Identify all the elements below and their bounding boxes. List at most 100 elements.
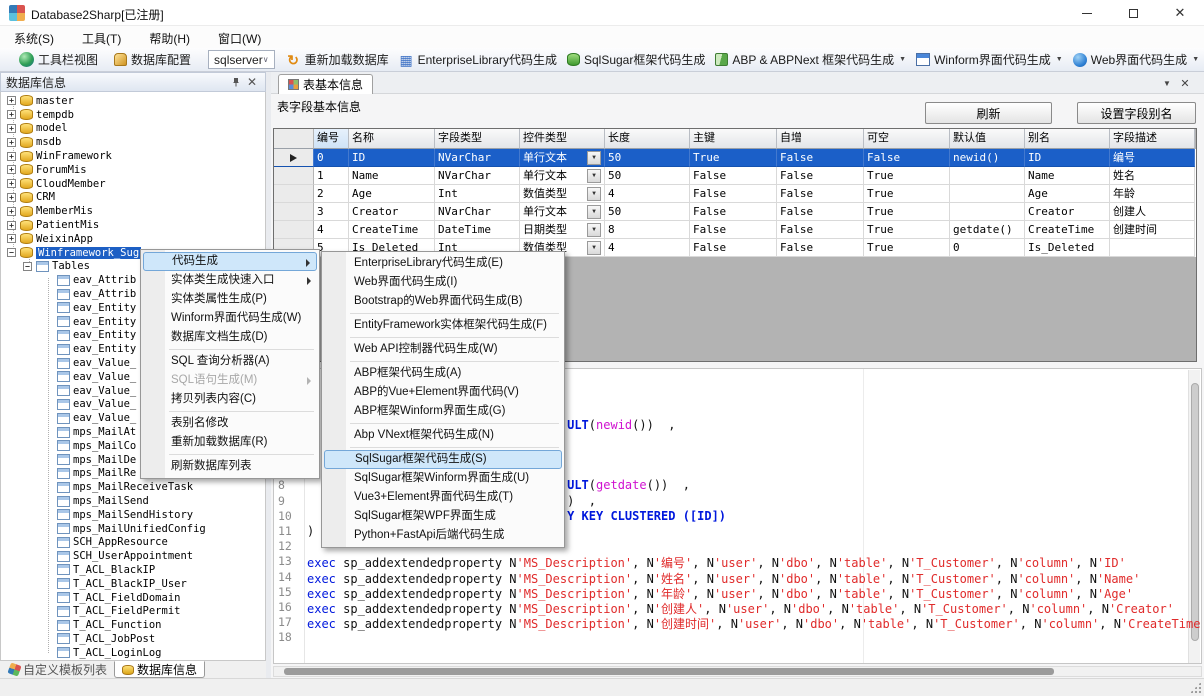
submenu-item[interactable]: Vue3+Element界面代码生成(T)	[324, 488, 562, 507]
grid-row[interactable]: 0IDNVarChar单行文本▼50TrueFalseFalsenewid()I…	[274, 149, 1196, 167]
tree-node-database[interactable]: +WeixinApp	[1, 232, 265, 246]
grid-row[interactable]: 2AgeInt数值类型▼4FalseFalseTrueAge年龄	[274, 185, 1196, 203]
grid-cell[interactable]: True	[864, 239, 950, 257]
submenu-item[interactable]: ABP的Vue+Element界面代码(V)	[324, 383, 562, 402]
grid-header-cell[interactable]: 控件类型	[520, 129, 605, 149]
grid-cell[interactable]: 50	[605, 167, 690, 185]
scrollbar-thumb[interactable]	[284, 668, 1054, 675]
dropdown-arrow-icon[interactable]: ▼	[1056, 56, 1063, 63]
toolbar-button-sqlsugar[interactable]: SqlSugar框架代码生成	[562, 49, 710, 70]
tree-node-database[interactable]: +model	[1, 122, 265, 136]
maximize-button[interactable]	[1110, 0, 1156, 26]
toolbar-button-web[interactable]: Web界面代码生成▼	[1068, 49, 1204, 70]
context-menu-item[interactable]: 表别名修改	[143, 414, 317, 433]
tree-node-table[interactable]: mps_MailReceiveTask	[1, 480, 265, 494]
tree-expander-icon[interactable]: +	[7, 234, 16, 243]
context-menu-item[interactable]: 数据库文档生成(D)	[143, 328, 317, 347]
context-menu-item[interactable]: SQL 查询分析器(A)	[143, 352, 317, 371]
grid-cell[interactable]: False	[690, 185, 777, 203]
toolbar-button-abp[interactable]: ABP & ABPNext 框架代码生成▼	[710, 49, 911, 70]
submenu-item[interactable]: ABP框架代码生成(A)	[324, 364, 562, 383]
grid-cell[interactable]: NVarChar	[435, 167, 520, 185]
panel-close-icon[interactable]: ✕	[244, 74, 260, 90]
grid-header-cell[interactable]: 名称	[349, 129, 435, 149]
grid-cell[interactable]: Age	[349, 185, 435, 203]
grid-cell[interactable]: Creator	[1025, 203, 1110, 221]
toolbar-button-toolbar-view[interactable]: 工具栏视图	[14, 49, 103, 70]
grid-cell[interactable]: 3	[314, 203, 349, 221]
grid-cell[interactable]: 8	[605, 221, 690, 239]
resize-grip[interactable]	[1190, 682, 1201, 693]
row-indicator[interactable]	[274, 221, 314, 239]
grid-header-cell[interactable]: 默认值	[950, 129, 1025, 149]
grid-cell[interactable]: True	[864, 221, 950, 239]
sql-horizontal-scrollbar[interactable]	[273, 666, 1202, 677]
submenu-item[interactable]: Web API控制器代码生成(W)	[324, 340, 562, 359]
context-menu-item[interactable]: SQL语句生成(M)	[143, 371, 317, 390]
submenu-item[interactable]: Bootstrap的Web界面代码生成(B)	[324, 292, 562, 311]
tree-node-table[interactable]: T_ACL_Function	[1, 618, 265, 632]
tree-node-table[interactable]: T_ACL_FieldPermit	[1, 604, 265, 618]
dropdown-arrow-icon[interactable]: ▼	[899, 56, 906, 63]
toolbar-button-winform[interactable]: Winform界面代码生成▼	[911, 49, 1068, 70]
grid-cell[interactable]: Is_Deleted	[1025, 239, 1110, 257]
tree-node-database[interactable]: +master	[1, 94, 265, 108]
grid-cell[interactable]: Name	[349, 167, 435, 185]
grid-cell[interactable]: False	[777, 149, 864, 167]
context-menu-item[interactable]: 拷贝列表内容(C)	[143, 390, 317, 409]
grid-cell[interactable]: Creator	[349, 203, 435, 221]
submenu-item[interactable]: EnterpriseLibrary代码生成(E)	[324, 254, 562, 273]
submenu-item[interactable]: Web界面代码生成(I)	[324, 273, 562, 292]
grid-cell[interactable]: 年龄	[1110, 185, 1195, 203]
tree-expander-icon[interactable]: +	[7, 193, 16, 202]
grid-cell[interactable]: False	[777, 239, 864, 257]
tree-expander-icon[interactable]: +	[7, 124, 16, 133]
grid-cell[interactable]: Int	[435, 185, 520, 203]
control-type-dropdown-button[interactable]: ▼	[587, 187, 601, 201]
context-menu-item[interactable]: 实体类属性生成(P)	[143, 290, 317, 309]
grid-cell[interactable]: 4	[605, 185, 690, 203]
grid-cell[interactable]: True	[690, 149, 777, 167]
grid-cell[interactable]: 0	[314, 149, 349, 167]
grid-cell[interactable]: newid()	[950, 149, 1025, 167]
pin-icon[interactable]	[228, 74, 244, 90]
submenu-item[interactable]: EntityFramework实体框架代码生成(F)	[324, 316, 562, 335]
grid-cell[interactable]: Name	[1025, 167, 1110, 185]
toolbar-button-reload[interactable]: 重新加载数据库	[281, 49, 394, 70]
tab-close-icon[interactable]: ✕	[1178, 76, 1192, 90]
grid-header-cell[interactable]: 字段类型	[435, 129, 520, 149]
grid-cell[interactable]: NVarChar	[435, 149, 520, 167]
grid-cell[interactable]: 50	[605, 149, 690, 167]
refresh-button[interactable]: 刷新	[925, 102, 1052, 124]
tree-node-database[interactable]: +msdb	[1, 135, 265, 149]
tree-expander-icon[interactable]: +	[7, 179, 16, 188]
tab-list-chevron-icon[interactable]: ▼	[1160, 76, 1174, 90]
grid-cell[interactable]	[1110, 239, 1195, 257]
grid-header-cell[interactable]: 长度	[605, 129, 690, 149]
context-menu-item[interactable]: 重新加载数据库(R)	[143, 433, 317, 452]
context-menu-item[interactable]: 刷新数据库列表	[143, 457, 317, 476]
grid-cell[interactable]: True	[864, 185, 950, 203]
grid-cell[interactable]: False	[690, 221, 777, 239]
tree-node-database[interactable]: +CRM	[1, 191, 265, 205]
grid-cell[interactable]: False	[777, 167, 864, 185]
grid-cell[interactable]: False	[777, 221, 864, 239]
control-type-dropdown-button[interactable]: ▼	[587, 169, 601, 183]
toolbar-button-enterprise-library[interactable]: EnterpriseLibrary代码生成	[394, 49, 562, 70]
tree-node-table[interactable]: SCH_AppResource	[1, 536, 265, 550]
menubar-item[interactable]: 工具(T)	[68, 26, 135, 48]
control-type-dropdown-button[interactable]: ▼	[587, 223, 601, 237]
tree-expander-icon[interactable]: +	[7, 221, 16, 230]
menubar-item[interactable]: 窗口(W)	[204, 26, 275, 48]
tab-database-info[interactable]: 数据库信息	[114, 661, 205, 678]
grid-header-cell[interactable]: 字段描述	[1110, 129, 1195, 149]
grid-cell[interactable]: 单行文本▼	[520, 167, 605, 185]
grid-cell[interactable]: DateTime	[435, 221, 520, 239]
grid-cell[interactable]: 日期类型▼	[520, 221, 605, 239]
submenu-item[interactable]: SqlSugar框架代码生成(S)	[324, 450, 562, 469]
dropdown-arrow-icon[interactable]: ▼	[1192, 56, 1199, 63]
minimize-button[interactable]	[1064, 0, 1110, 26]
toolbar-button-db-config[interactable]: 数据库配置	[109, 49, 196, 70]
grid-cell[interactable]: True	[864, 167, 950, 185]
tree-expander-icon[interactable]: +	[7, 207, 16, 216]
